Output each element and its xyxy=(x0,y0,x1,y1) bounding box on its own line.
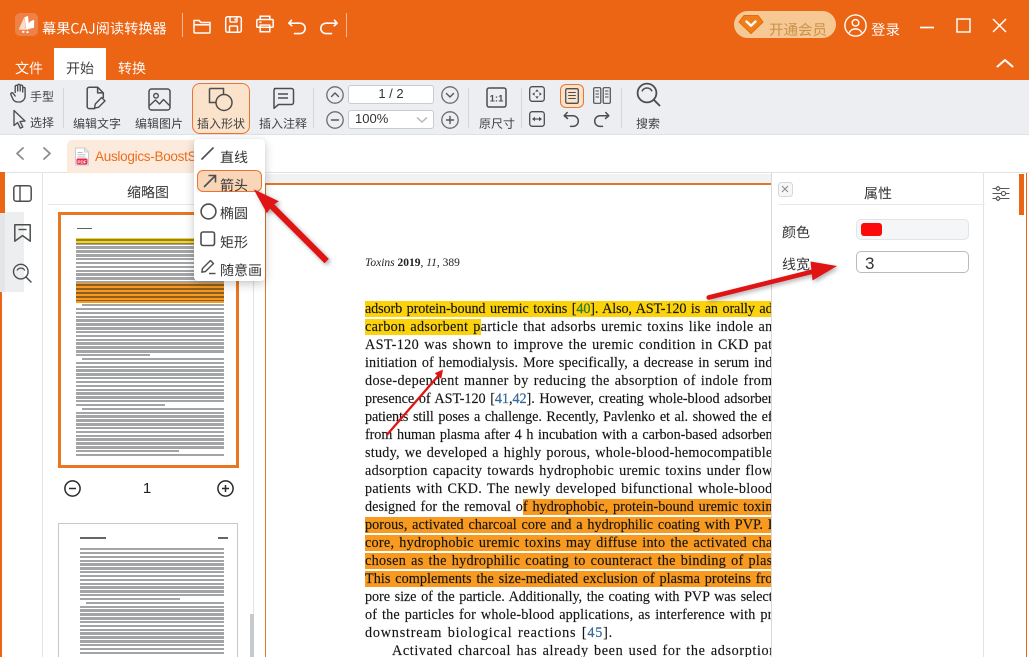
svg-text:PDF: PDF xyxy=(77,159,86,164)
svg-text:1:1: 1:1 xyxy=(490,94,504,105)
